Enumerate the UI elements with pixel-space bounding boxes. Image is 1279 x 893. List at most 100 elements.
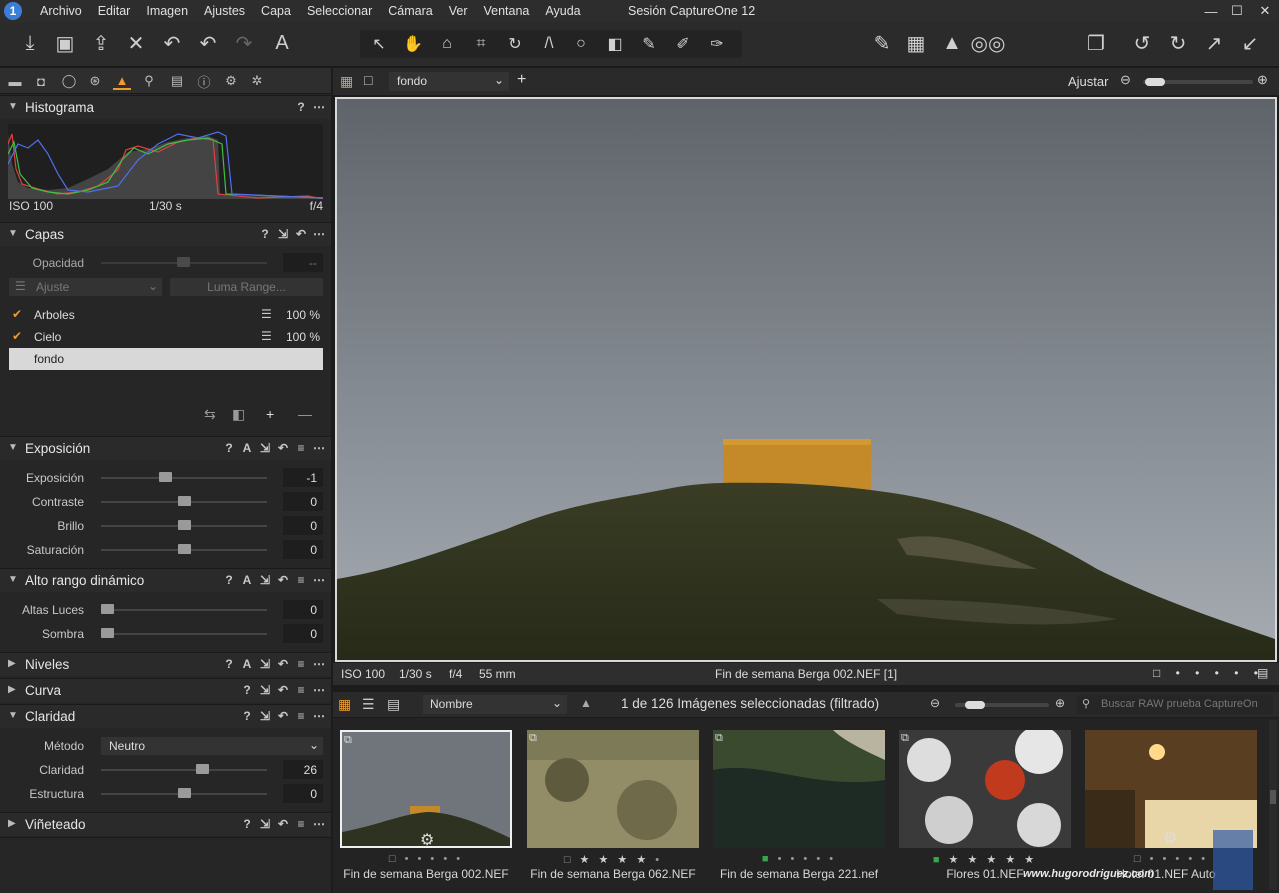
app-logo-icon[interactable]: 1 [4, 2, 22, 20]
auto-icon[interactable]: A [241, 573, 253, 587]
copy-icon[interactable]: ⇲ [259, 657, 271, 671]
search-field[interactable]: ⚲ Buscar RAW prueba CaptureOn [1077, 695, 1273, 714]
auto-icon[interactable]: A [241, 657, 253, 671]
slider-track[interactable] [101, 477, 267, 479]
rotate-icon[interactable]: ↻ [502, 32, 528, 56]
color-tab-icon[interactable]: ⊛ [86, 72, 104, 90]
exposure-tab-icon[interactable]: ▲ [113, 72, 131, 90]
menu-ayuda[interactable]: Ayuda [537, 0, 588, 22]
slider-value[interactable]: 0 [283, 784, 323, 803]
pan-hand-icon[interactable]: ✋ [400, 32, 426, 56]
detail-tab-icon[interactable]: ⚲ [140, 72, 158, 90]
zoom-knob[interactable] [1145, 78, 1165, 86]
thumbnail[interactable]: ⧉ [713, 730, 885, 848]
slider-value[interactable]: 26 [283, 760, 323, 779]
menu-archivo[interactable]: Archivo [32, 0, 90, 22]
remove-layer-icon[interactable]: — [298, 406, 312, 422]
list-icon[interactable]: ≡ [295, 657, 307, 671]
thumb-size-knob[interactable] [965, 701, 985, 709]
sort-select[interactable]: Nombre ⌄ [423, 695, 567, 714]
scroll-thumb[interactable] [1270, 790, 1276, 804]
copy-icon[interactable]: ⇲ [277, 227, 289, 241]
layer-row-selected[interactable]: fondo [9, 348, 323, 370]
layer-row[interactable]: ✔ Cielo ☰ 100 % [9, 326, 323, 348]
copy-icon[interactable]: ⇲ [259, 683, 271, 697]
opacity-knob[interactable] [177, 257, 190, 267]
grid-view-icon[interactable]: ▦ [340, 73, 353, 90]
list-icon[interactable]: ≡ [295, 441, 307, 455]
select-cursor-icon[interactable]: ↖ [366, 32, 392, 56]
export-icon[interactable]: ⇪ [87, 30, 115, 56]
import-icon[interactable]: ⤓ [16, 30, 44, 56]
slider-knob[interactable] [101, 628, 114, 638]
copy-icon[interactable]: ⇲ [259, 441, 271, 455]
capture-tab-icon[interactable]: ◘ [32, 72, 50, 90]
copy-icon[interactable]: ⇲ [259, 817, 271, 831]
slider-track[interactable] [101, 769, 267, 771]
slider-track[interactable] [101, 609, 267, 611]
scrollbar[interactable] [1269, 720, 1277, 890]
thumb-rating[interactable]: □ • • • • • [336, 853, 516, 865]
list-icon[interactable]: ≡ [295, 817, 307, 831]
library-tab-icon[interactable]: ▬ [6, 72, 24, 90]
thumb-size-slider[interactable] [955, 701, 1049, 709]
more-icon[interactable]: ⋯ [313, 657, 325, 671]
histogram-header[interactable]: ▼ Histograma ? ⋯ [0, 95, 331, 119]
menu-camara[interactable]: Cámara [380, 0, 440, 22]
picker-icon[interactable]: ✎ [636, 32, 662, 56]
copy-icon[interactable]: ⇲ [259, 573, 271, 587]
swap-icon[interactable]: ⇆ [204, 406, 216, 423]
slider-value[interactable]: -1 [283, 468, 323, 487]
gradient-mask-icon[interactable]: ◧ [602, 32, 628, 56]
help-icon[interactable]: ? [241, 817, 253, 831]
main-viewer-image[interactable] [335, 97, 1277, 662]
slider-knob[interactable] [159, 472, 173, 482]
reset-icon[interactable]: ↶ [277, 709, 289, 723]
sort-direction-icon[interactable]: ▲ [580, 696, 592, 710]
copy-icon[interactable]: ⇲ [259, 709, 271, 723]
keystone-icon[interactable]: /\ [536, 32, 562, 56]
more-icon[interactable]: ⋯ [313, 573, 325, 587]
adjustments-tab-icon[interactable]: ▤ [168, 72, 186, 90]
undo-icon[interactable]: ↶ [194, 30, 222, 56]
reset-icon[interactable]: ↶ [277, 441, 289, 455]
slider-knob[interactable] [177, 788, 191, 798]
more-icon[interactable]: ⋯ [313, 441, 325, 455]
exposure-header[interactable]: ▼ Exposición ? A ⇲ ↶ ≡ ⋯ [0, 436, 331, 460]
zoom-slider[interactable] [1143, 78, 1253, 86]
delete-icon[interactable]: ✕ [122, 30, 150, 56]
brush-icon[interactable]: ✐ [670, 32, 696, 56]
method-select[interactable]: Neutro ⌄ [101, 737, 323, 755]
close-window-button[interactable]: ✕ [1250, 0, 1279, 22]
slider-value[interactable]: 0 [283, 516, 323, 535]
reset-icon[interactable]: ↶ [277, 573, 289, 587]
slider-knob[interactable] [177, 496, 191, 506]
zoom-out-icon[interactable]: ⊖ [930, 696, 940, 710]
help-icon[interactable]: ? [223, 573, 235, 587]
filmstrip-view-icon[interactable]: ▤ [387, 696, 400, 713]
reset-icon[interactable]: ↶ [277, 817, 289, 831]
auto-icon[interactable]: A [241, 441, 253, 455]
help-icon[interactable]: ? [259, 227, 271, 241]
checkmark-icon[interactable]: ✔ [12, 307, 22, 321]
clarity-header[interactable]: ▼ Claridad ? ⇲ ↶ ≡ ⋯ [0, 704, 331, 728]
adjust-select[interactable]: Ajuste ☰ ⌄ [9, 278, 162, 296]
eraser-icon[interactable]: ✑ [704, 32, 730, 56]
thumbnail[interactable]: ⧉ ⚙ [340, 730, 512, 848]
slider-knob[interactable] [177, 544, 191, 554]
luma-range-button[interactable]: Luma Range... [170, 278, 323, 296]
layer-row[interactable]: ✔ Arboles ☰ 100 % [9, 304, 323, 326]
auto-adjust-icon[interactable]: A [268, 30, 296, 56]
menu-ajustes[interactable]: Ajustes [196, 0, 253, 22]
menu-ventana[interactable]: Ventana [476, 0, 538, 22]
slider-knob[interactable] [177, 520, 191, 530]
thumb-rating[interactable]: ■ • • • • • [709, 853, 889, 865]
multi-view-icon[interactable]: ❐ [1082, 30, 1110, 56]
menu-ver[interactable]: Ver [441, 0, 476, 22]
vignette-header[interactable]: ▶ Viñeteado ? ⇲ ↶ ≡ ⋯ [0, 812, 331, 836]
rating-dots[interactable]: □ • • • • • [1153, 666, 1264, 680]
help-icon[interactable]: ? [223, 657, 235, 671]
list-icon[interactable]: ≡ [295, 709, 307, 723]
redo-icon[interactable]: ↷ [230, 30, 258, 56]
maximize-button[interactable]: ☐ [1222, 0, 1252, 22]
